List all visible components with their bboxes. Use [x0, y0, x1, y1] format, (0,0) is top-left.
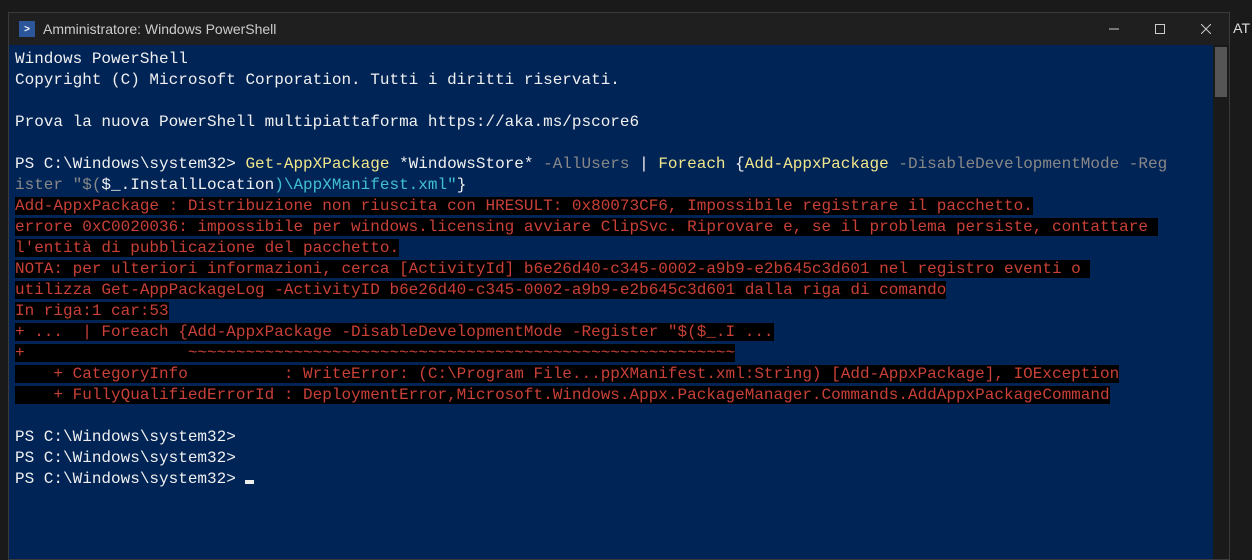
cmdlet: Get-AppXPackage — [245, 155, 389, 173]
powershell-icon — [19, 21, 35, 37]
error-line: + ... | Foreach {Add-AppxPackage -Disabl… — [15, 323, 774, 341]
titlebar[interactable]: Amministratore: Windows PowerShell — [9, 13, 1229, 45]
window-title: Amministratore: Windows PowerShell — [43, 21, 1091, 37]
minimize-button[interactable] — [1091, 13, 1137, 45]
error-line: + ~~~~~~~~~~~~~~~~~~~~~~~~~~~~~~~~~~~~~~… — [15, 344, 735, 362]
output-line: Prova la nuova PowerShell multipiattafor… — [15, 113, 639, 131]
prop: .InstallLocation — [121, 176, 275, 194]
output-line — [15, 407, 25, 425]
param: -DisableDevelopmentMode -Reg — [889, 155, 1167, 173]
brace: { — [735, 155, 745, 173]
vertical-scrollbar[interactable] — [1213, 45, 1229, 559]
error-line: In riga:1 car:53 — [15, 302, 169, 320]
pipe: | — [639, 155, 658, 173]
maximize-button[interactable] — [1137, 13, 1183, 45]
error-line: utilizza Get-AppPackageLog -ActivityID b… — [15, 281, 946, 299]
error-line: + FullyQualifiedErrorId : DeploymentErro… — [15, 386, 1110, 404]
powershell-window: Amministratore: Windows PowerShell Windo… — [8, 12, 1230, 560]
arg: *WindowsStore* — [389, 155, 543, 173]
param: -AllUsers — [543, 155, 639, 173]
error-line: Add-AppxPackage : Distribuzione non rius… — [15, 197, 1033, 215]
error-line: + CategoryInfo : WriteError: (C:\Program… — [15, 365, 1119, 383]
close-button[interactable] — [1183, 13, 1229, 45]
error-line: NOTA: per ulteriori informazioni, cerca … — [15, 260, 1090, 278]
prompt: PS C:\Windows\system32> — [15, 470, 245, 488]
cursor — [245, 480, 254, 484]
console-output[interactable]: Windows PowerShell Copyright (C) Microso… — [9, 45, 1223, 494]
keyword: Foreach — [658, 155, 735, 173]
output-line: Copyright (C) Microsoft Corporation. Tut… — [15, 71, 620, 89]
error-line: errore 0xC0020036: impossibile per windo… — [15, 218, 1158, 236]
prompt: PS C:\Windows\system32> — [15, 155, 245, 173]
param: ister — [15, 176, 73, 194]
prompt: PS C:\Windows\system32> — [15, 449, 236, 467]
console-area[interactable]: Windows PowerShell Copyright (C) Microso… — [9, 45, 1229, 559]
background-text: AT — [1233, 20, 1250, 36]
error-line: l'entità di pubblicazione del pacchetto. — [15, 239, 399, 257]
string: "$( — [73, 176, 102, 194]
variable: $_ — [101, 176, 120, 194]
desktop-background-strip — [0, 0, 1252, 12]
output-line: Windows PowerShell — [15, 50, 188, 68]
window-controls — [1091, 13, 1229, 45]
brace: } — [457, 176, 467, 194]
prompt: PS C:\Windows\system32> — [15, 428, 236, 446]
cmdlet: Add-AppxPackage — [745, 155, 889, 173]
string: )\AppXManifest.xml" — [274, 176, 456, 194]
scrollbar-thumb[interactable] — [1215, 47, 1227, 97]
